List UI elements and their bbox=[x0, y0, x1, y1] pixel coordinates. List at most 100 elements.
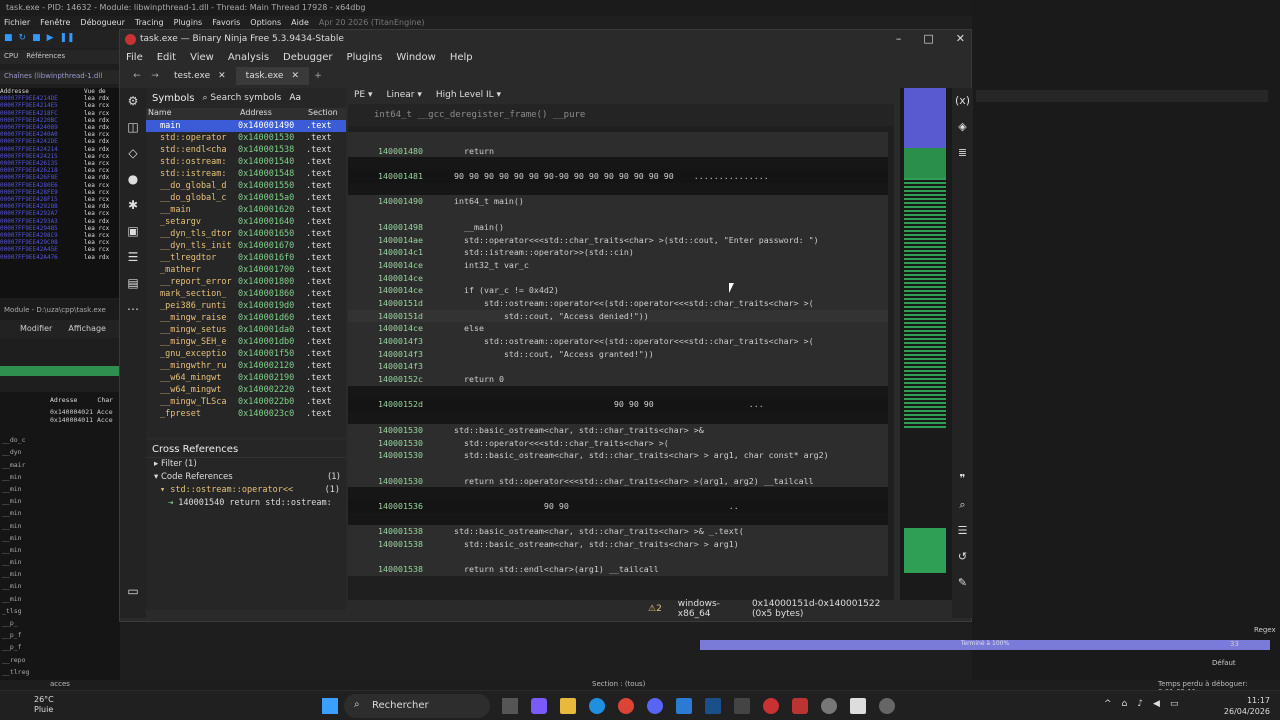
symbol-row[interactable]: std::ostream: 0x140001540 .text bbox=[146, 156, 346, 168]
binja-app-icon[interactable] bbox=[763, 698, 779, 714]
x64dbg-menu-item[interactable]: Tracing bbox=[135, 18, 164, 28]
address-row[interactable]: 00007FF9EE4242DE lea rdx bbox=[0, 138, 120, 145]
list-item[interactable] bbox=[0, 424, 120, 436]
address-row[interactable]: 00007FF9EE4240A0 lea rcx bbox=[0, 131, 120, 138]
address-row[interactable]: 00007FF9EE4220BC lea rdx bbox=[0, 117, 120, 124]
list-icon[interactable]: ☰ bbox=[952, 518, 973, 544]
bn-menu-item[interactable]: Analysis bbox=[228, 52, 269, 65]
address-row[interactable]: 00007FF9EE424215 lea rcx bbox=[0, 153, 120, 160]
code-line[interactable] bbox=[348, 182, 888, 196]
bn-menu-item[interactable]: Help bbox=[450, 52, 473, 65]
code-line[interactable]: 140001538 std::basic_ostream<char, std::… bbox=[348, 538, 888, 551]
symbol-row[interactable]: _matherr 0x140001700 .text bbox=[146, 264, 346, 276]
stop-icon[interactable]: ■ bbox=[32, 33, 41, 45]
address-row[interactable]: 00007FF9EE424214 lea rdx bbox=[0, 146, 120, 153]
windows-start-icon[interactable] bbox=[322, 698, 338, 714]
address-row[interactable]: 00007FF9EE4298C9 lea rcx bbox=[0, 232, 120, 239]
symbol-row[interactable]: __mingwthr_ru 0x140002120 .text bbox=[146, 360, 346, 372]
address-row[interactable]: 00007FF9EE4293A3 lea rdx bbox=[0, 218, 120, 225]
secondary-row[interactable]: 0x140004021 Acce bbox=[0, 408, 120, 416]
col-name[interactable]: Name bbox=[146, 108, 238, 120]
discord-icon[interactable] bbox=[647, 698, 663, 714]
tab-test-exe[interactable]: test.exe ✕ bbox=[164, 67, 236, 85]
warning-count[interactable]: ⚠2 bbox=[648, 604, 662, 614]
xref-code-refs[interactable]: ▾ Code References (1) bbox=[146, 471, 346, 484]
code-line[interactable] bbox=[348, 411, 888, 424]
code-line[interactable]: 1400014ae std::operator<<<std::char_trai… bbox=[348, 233, 888, 247]
list-item[interactable]: __min bbox=[0, 595, 120, 607]
xref-filter[interactable]: ▸ Filter (1) bbox=[146, 458, 346, 471]
bn-menu-item[interactable]: View bbox=[190, 52, 214, 65]
maximize-icon[interactable]: □ bbox=[923, 32, 933, 45]
x64dbg-menu-item[interactable]: Options bbox=[250, 18, 281, 28]
address-row[interactable]: 00007FF9EE429C08 lea rcx bbox=[0, 239, 120, 246]
address-row[interactable]: 00007FF9EE429485 lea rcx bbox=[0, 225, 120, 232]
code-line[interactable]: 140001530 std::basic_ostream<char, std::… bbox=[348, 449, 888, 462]
list-item[interactable]: __min bbox=[0, 473, 120, 485]
list-item[interactable]: __min bbox=[0, 570, 120, 582]
code-line[interactable]: 140001490 int64_t main() bbox=[348, 195, 888, 209]
code-line[interactable]: 14000151d std::ostream::operator<<(std::… bbox=[348, 296, 888, 310]
code-line[interactable]: 1400014f3 std::cout, "Access granted!")) bbox=[348, 347, 888, 361]
back-icon[interactable]: ← bbox=[128, 71, 146, 81]
list-item[interactable]: __min bbox=[0, 509, 120, 521]
regex-checkbox[interactable]: Regex bbox=[1254, 626, 1276, 634]
file-explorer-icon[interactable] bbox=[560, 698, 576, 714]
restart-icon[interactable]: ↻ bbox=[19, 33, 27, 45]
address-row[interactable]: 00007FF9EE428F15 lea rcx bbox=[0, 196, 120, 203]
code-line[interactable]: 140001530 return std::operator<<<std::ch… bbox=[348, 474, 888, 488]
chevron-up-icon[interactable]: ^ bbox=[1104, 699, 1112, 709]
search-symbols-input[interactable]: ⌕ Search symbols bbox=[202, 93, 281, 103]
symbol-row[interactable]: _setargv 0x140001640 .text bbox=[146, 216, 346, 228]
modify-button[interactable]: Modifier bbox=[20, 324, 52, 334]
symbol-row[interactable]: std::operator 0x140001530 .text bbox=[146, 132, 346, 144]
code-line[interactable]: 140001530 std::operator<<<std::char_trai… bbox=[348, 436, 888, 450]
code-line[interactable] bbox=[348, 157, 888, 171]
xref-operator[interactable]: ▾ std::ostream::operator<< (1) bbox=[146, 484, 346, 497]
xref-entry[interactable]: ⇥ 140001540 return std::ostream: bbox=[146, 497, 346, 510]
list-item[interactable]: __p_f bbox=[0, 631, 120, 643]
list-item[interactable]: _tlsg bbox=[0, 607, 120, 619]
tab-task-exe[interactable]: task.exe ✕ bbox=[235, 67, 309, 85]
code-line[interactable]: 140001481 90 90 90 90 90 90 90-90 90 90 … bbox=[348, 170, 888, 183]
secondary-row[interactable]: 0x140004011 Acce bbox=[0, 416, 120, 424]
list-item[interactable]: __mair bbox=[0, 461, 120, 473]
volume-icon[interactable]: ◀ bbox=[1153, 699, 1160, 709]
network-icon[interactable]: ⌂ bbox=[1122, 699, 1128, 709]
col-section[interactable]: Section bbox=[306, 108, 346, 120]
close-icon[interactable]: ✕ bbox=[956, 32, 965, 45]
code-line[interactable] bbox=[348, 208, 888, 221]
code-line[interactable]: 14000152c return 0 bbox=[348, 373, 888, 386]
app-icon[interactable] bbox=[705, 698, 721, 714]
arch-label[interactable]: windows-x86_64 bbox=[678, 599, 736, 619]
quote-icon[interactable]: ❞ bbox=[952, 466, 973, 492]
symbol-row[interactable]: std::endl<cha 0x140001538 .text bbox=[146, 144, 346, 156]
code-line[interactable]: 1400014ce int32_t var_c bbox=[348, 258, 888, 272]
address-row[interactable]: 00007FF9EE4214DE lea rdx bbox=[0, 95, 120, 102]
x-icon[interactable]: (x) bbox=[952, 88, 973, 114]
list-item[interactable]: __dyn bbox=[0, 448, 120, 460]
x64dbg-menu-item[interactable]: Débogueur bbox=[80, 18, 124, 28]
stack-icon[interactable]: ☰ bbox=[120, 244, 146, 270]
col-address[interactable]: Address bbox=[238, 108, 306, 120]
layers-icon[interactable]: ▤ bbox=[120, 270, 146, 296]
pin-icon[interactable]: ✎ bbox=[952, 570, 973, 596]
x64dbg-app-icon[interactable] bbox=[792, 698, 808, 714]
close-tab-icon[interactable]: ✕ bbox=[291, 71, 299, 81]
bn-menu-item[interactable]: Window bbox=[396, 52, 435, 65]
symbol-row[interactable]: __do_global_c 0x1400015a0 .text bbox=[146, 192, 346, 204]
terminal-app-icon[interactable] bbox=[734, 698, 750, 714]
list-item[interactable]: __min bbox=[0, 485, 120, 497]
code-line[interactable]: 1400014ce if (var_c != 0x4d2) bbox=[348, 284, 888, 297]
symbol-row[interactable]: __tlregdtor 0x1400016f0 .text bbox=[146, 252, 346, 264]
bn-menu-item[interactable]: Debugger bbox=[283, 52, 333, 65]
symbol-row[interactable]: _fpreset 0x1400023c0 .text bbox=[146, 408, 346, 420]
code-line[interactable]: 140001536 90 90 .. bbox=[348, 499, 888, 513]
symbol-row[interactable]: __mingw_setus 0x140001da0 .text bbox=[146, 324, 346, 336]
symbol-row[interactable]: __report_error 0x140001800 .text bbox=[146, 276, 346, 288]
code-line[interactable]: 14000152d 90 90 90 ... bbox=[348, 398, 888, 412]
address-row[interactable]: 00007FF9EE426F8E lea rdx bbox=[0, 174, 120, 181]
address-row[interactable]: 00007FF9EE426218 lea rcx bbox=[0, 167, 120, 174]
task-view-icon[interactable] bbox=[502, 698, 518, 714]
pin-icon[interactable]: ● bbox=[120, 166, 146, 192]
